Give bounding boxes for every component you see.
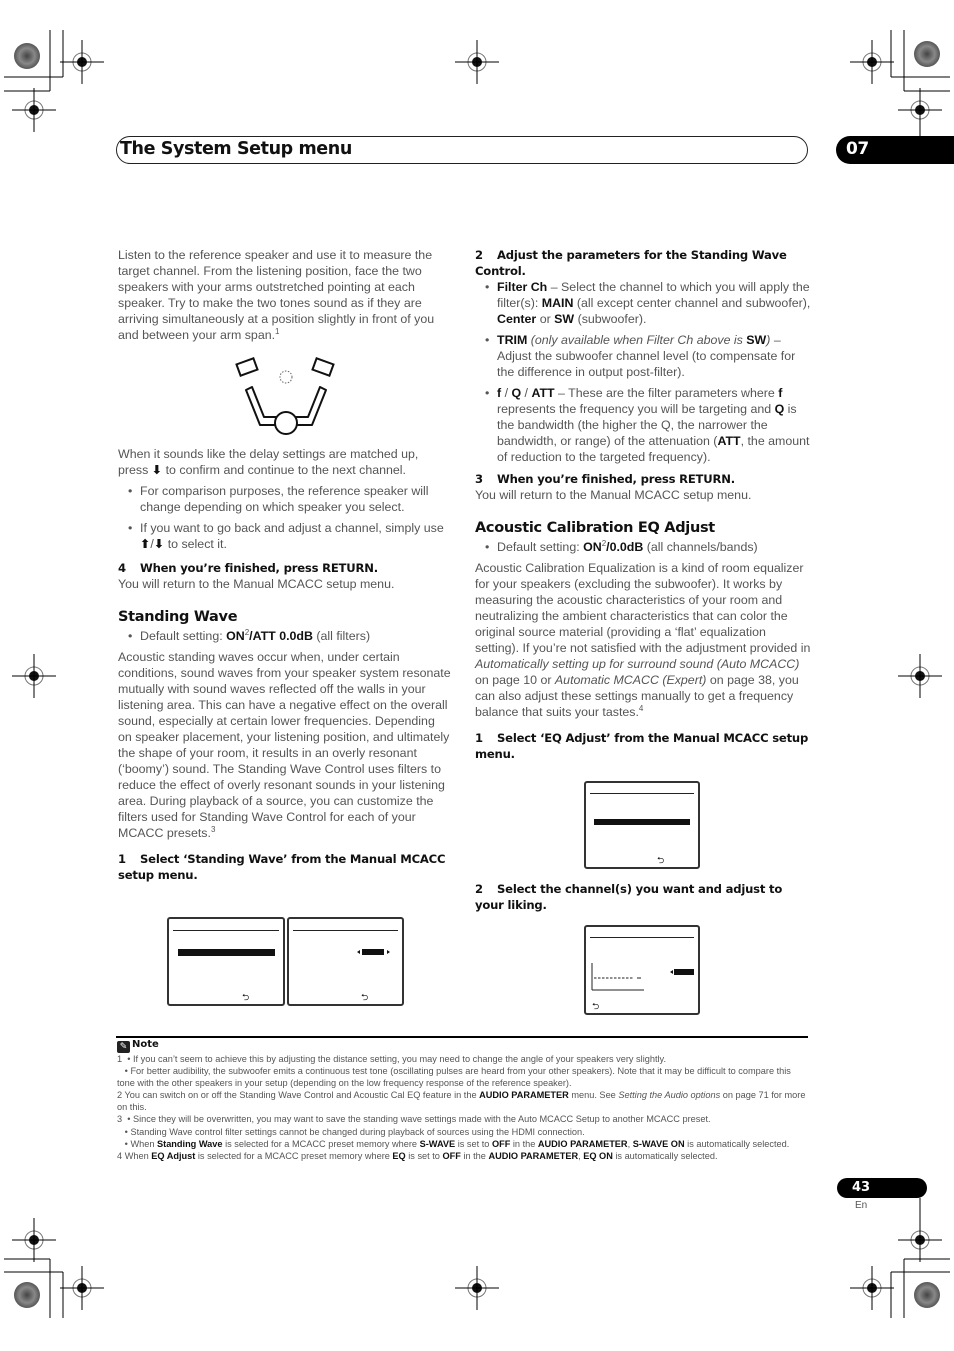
standing-wave-default-list: Default setting: ON2/ATT 0.0dB (all filt… bbox=[118, 628, 452, 644]
registration-dot bbox=[14, 43, 40, 69]
chapter-number: 07 bbox=[846, 139, 869, 159]
notes-divider bbox=[116, 1036, 808, 1038]
osd-value-selector bbox=[357, 949, 390, 955]
parameters-list: Filter Ch – Select the channel to which … bbox=[475, 279, 811, 465]
page-title: The System Setup menu bbox=[120, 139, 352, 159]
tips-list: For comparison purposes, the reference s… bbox=[118, 483, 452, 552]
target-point-icon bbox=[279, 370, 293, 384]
osd-screen-manual-mcacc-menu: ⮌ bbox=[167, 917, 285, 1006]
right-column: 2 Adjust the parameters for the Standing … bbox=[475, 247, 811, 762]
left-speaker-icon bbox=[235, 357, 259, 377]
param-f-q-att: f / Q / ATT – These are the filter param… bbox=[475, 385, 811, 465]
intro-paragraph: Listen to the reference speaker and use … bbox=[118, 248, 435, 342]
footnote-ref: 3 bbox=[210, 824, 216, 834]
osd-screen-standing-wave: ⮌ bbox=[287, 917, 404, 1006]
step-4-heading: 4 When you’re finished, press RETURN. bbox=[118, 561, 378, 575]
param-filter-ch: Filter Ch – Select the channel to which … bbox=[475, 279, 811, 327]
osd-title-rule bbox=[590, 793, 694, 794]
page-number-tab: 43 bbox=[837, 1178, 927, 1198]
return-icon: ⮌ bbox=[242, 992, 250, 1002]
standing-wave-heading: Standing Wave bbox=[118, 609, 238, 625]
footnote-1b: • For better audibility, the subwoofer e… bbox=[117, 1066, 791, 1089]
footnote-2: 2 You can switch on or off the Standing … bbox=[117, 1090, 806, 1113]
standing-wave-step-3: 3 When you’re finished, press RETURN. bbox=[475, 472, 735, 486]
listener-speakers-figure bbox=[235, 357, 335, 435]
osd-screen-eq-channel: ⮌ bbox=[584, 925, 700, 1015]
osd-selected-row bbox=[594, 819, 690, 825]
left-column-continued: When it sounds like the delay settings a… bbox=[118, 446, 452, 883]
footnotes: 1 • If you can’t seem to achieve this by… bbox=[117, 1053, 809, 1162]
eq-adjust-heading: Acoustic Calibration EQ Adjust bbox=[475, 520, 715, 536]
left-column: Listen to the reference speaker and use … bbox=[118, 247, 452, 343]
chapter-header-bar: The System Setup menu bbox=[116, 136, 808, 164]
listener-head-icon bbox=[274, 411, 298, 435]
eq-paragraph: Acoustic Calibration Equalization is a k… bbox=[475, 561, 811, 719]
footnote-1a: 1 • If you can’t seem to achieve this by… bbox=[117, 1054, 667, 1064]
list-item: For comparison purposes, the reference s… bbox=[118, 483, 452, 515]
notes-heading: ✎ Note bbox=[117, 1039, 159, 1053]
confirm-paragraph: When it sounds like the delay settings a… bbox=[118, 447, 419, 477]
cross-reference-link: Automatic MCACC (Expert) bbox=[554, 673, 707, 687]
osd-selected-row bbox=[178, 949, 275, 956]
eq-default-list: Default setting: ON2/0.0dB (all channels… bbox=[475, 539, 811, 555]
down-arrow-icon: ⬇ bbox=[151, 463, 163, 477]
osd-screen-eq-menu: ⮌ bbox=[584, 781, 700, 869]
footnote-3c: • When Standing Wave is selected for a M… bbox=[117, 1138, 790, 1149]
standing-wave-step-1: 1 Select ‘Standing Wave’ from the Manual … bbox=[118, 852, 446, 882]
footnote-3b: • Standing Wave control filter settings … bbox=[117, 1126, 585, 1137]
step-4-result: You will return to the Manual MCACC setu… bbox=[118, 577, 395, 591]
standing-wave-paragraph: Acoustic standing waves occur when, unde… bbox=[118, 650, 451, 840]
default-setting: Default setting: ON2/ATT 0.0dB (all filt… bbox=[118, 628, 452, 644]
right-speaker-icon bbox=[311, 357, 335, 377]
default-setting: Default setting: ON2/0.0dB (all channels… bbox=[475, 539, 811, 555]
return-icon: ⮌ bbox=[361, 992, 369, 1002]
param-trim: TRIM (only available when Filter Ch abov… bbox=[475, 332, 811, 380]
page-number: 43 bbox=[852, 1180, 871, 1195]
return-icon: ⮌ bbox=[657, 855, 665, 865]
list-item: If you want to go back and adjust a chan… bbox=[118, 520, 452, 552]
down-arrow-icon: ⬇ bbox=[153, 537, 165, 551]
standing-wave-step-2: 2 Adjust the parameters for the Standing … bbox=[475, 248, 787, 278]
return-icon: ⮌ bbox=[592, 1001, 600, 1011]
page-language: En bbox=[855, 1200, 868, 1211]
eq-curve-graph bbox=[591, 963, 694, 991]
eq-step-2: 2 Select the channel(s) you want and adju… bbox=[475, 882, 783, 912]
eq-step-1: 1 Select ‘EQ Adjust’ from the Manual MCAC… bbox=[475, 731, 809, 761]
up-arrow-icon: ⬆ bbox=[140, 537, 151, 551]
footnote-ref: 4 bbox=[638, 703, 644, 713]
osd-title-rule bbox=[590, 937, 694, 938]
pencil-note-icon: ✎ bbox=[117, 1041, 130, 1053]
cross-reference-link: Automatically setting up for surround so… bbox=[475, 657, 800, 671]
chapter-tab: 07 bbox=[836, 136, 954, 164]
footnote-3a: 3 • Since they will be overwritten, you … bbox=[117, 1114, 711, 1125]
osd-title-rule bbox=[293, 930, 398, 931]
step-3-result: You will return to the Manual MCACC setu… bbox=[475, 488, 752, 502]
osd-title-rule bbox=[173, 930, 279, 931]
footnote-ref: 1 bbox=[275, 326, 280, 336]
footnote-4: 4 When EQ Adjust is selected for a MCACC… bbox=[117, 1150, 718, 1161]
